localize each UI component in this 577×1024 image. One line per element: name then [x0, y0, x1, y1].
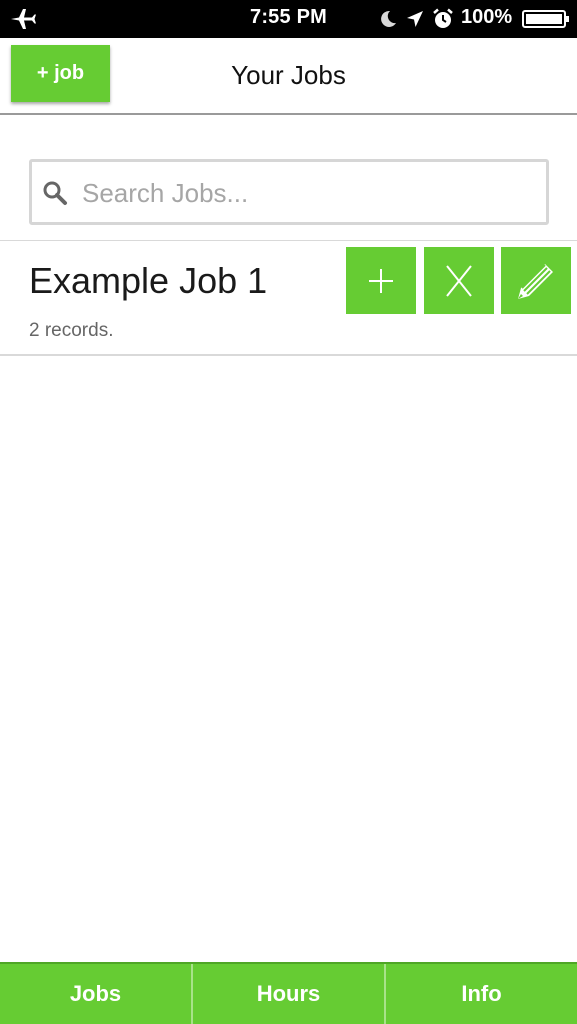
moon-icon: [381, 10, 396, 27]
edit-job-button[interactable]: [501, 247, 571, 314]
tab-jobs[interactable]: Jobs: [0, 964, 191, 1024]
battery-percent: 100%: [461, 6, 513, 28]
battery-icon: [522, 10, 569, 28]
location-arrow-icon: [407, 11, 423, 27]
list-item[interactable]: Example Job 1 2 records.: [0, 240, 577, 356]
add-job-button[interactable]: + job: [11, 45, 110, 102]
plus-icon: [369, 268, 393, 293]
search-input[interactable]: [82, 172, 537, 214]
header: + job Your Jobs: [0, 38, 577, 115]
alarm-icon: [433, 8, 453, 28]
pencil-icon: [518, 263, 553, 299]
tab-hours[interactable]: Hours: [191, 964, 384, 1024]
add-record-button[interactable]: [346, 247, 416, 314]
search-box[interactable]: [29, 159, 549, 225]
status-bar: 7:55 PM 100%: [0, 0, 577, 38]
job-records-count: 2 records.: [29, 320, 114, 341]
x-icon: [446, 264, 472, 297]
job-name: Example Job 1: [29, 260, 268, 301]
tab-info[interactable]: Info: [384, 964, 577, 1024]
search-icon: [43, 181, 67, 205]
tab-bar: Jobs Hours Info: [0, 962, 577, 1024]
delete-job-button[interactable]: [424, 247, 494, 314]
